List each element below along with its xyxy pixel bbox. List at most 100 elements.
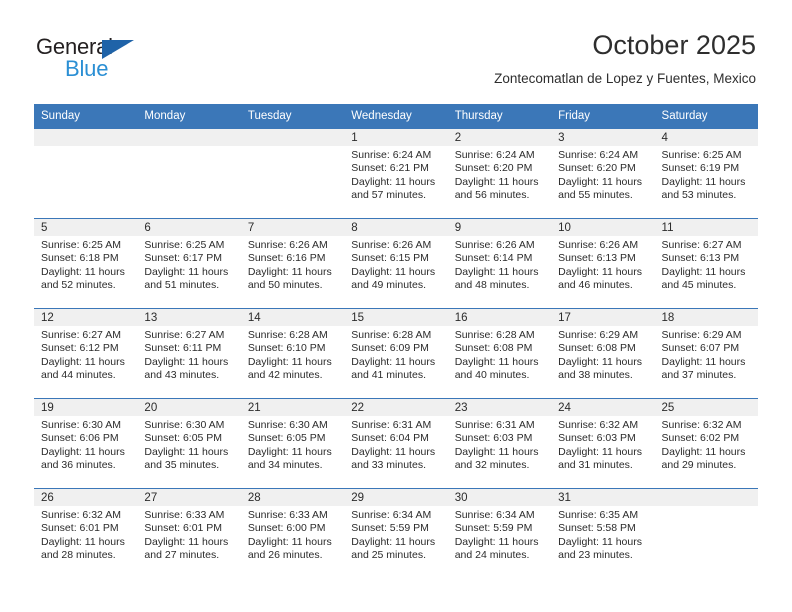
day-sun-info: Sunrise: 6:24 AM Sunset: 6:20 PM Daylight:… xyxy=(448,146,551,203)
calendar-day-cell[interactable]: 25 Sunrise: 6:32 AM Sunset: 6:02 PM Dayligh… xyxy=(654,398,758,489)
day-sun-info: Sunrise: 6:31 AM Sunset: 6:03 PM Daylight:… xyxy=(448,416,551,473)
day-sun-info: Sunrise: 6:30 AM Sunset: 6:05 PM Daylight:… xyxy=(137,416,240,473)
daylight-text: Daylight: 11 hours and 40 minutes. xyxy=(454,355,539,382)
calendar-day-cell[interactable]: 5 Sunrise: 6:25 AM Sunset: 6:18 PM Daylight… xyxy=(34,218,138,309)
sunset-text: Sunset: 6:14 PM xyxy=(454,252,533,265)
day-sun-info: Sunrise: 6:30 AM Sunset: 6:06 PM Daylight:… xyxy=(34,416,137,473)
calendar-day-cell[interactable]: 7 Sunrise: 6:26 AM Sunset: 6:16 PM Daylight… xyxy=(240,218,345,309)
daylight-text: Daylight: 11 hours and 51 minutes. xyxy=(144,265,229,292)
sunrise-text: Sunrise: 6:28 AM xyxy=(454,329,535,341)
page-subtitle: Zontecomatlan de Lopez y Fuentes, Mexico xyxy=(494,71,756,86)
general-blue-logo[interactable]: General Blue xyxy=(36,36,166,86)
day-number xyxy=(137,129,241,146)
calendar-day-cell[interactable]: 11 Sunrise: 6:27 AM Sunset: 6:13 PM Dayligh… xyxy=(654,218,758,309)
day-number: 30 xyxy=(447,489,552,506)
calendar-day-cell[interactable]: 31 Sunrise: 6:35 AM Sunset: 5:58 PM Dayligh… xyxy=(551,488,655,579)
calendar-day-cell[interactable]: 29 Sunrise: 6:34 AM Sunset: 5:59 PM Dayligh… xyxy=(344,488,448,579)
daylight-text: Daylight: 11 hours and 35 minutes. xyxy=(144,445,229,472)
sunset-text: Sunset: 6:01 PM xyxy=(41,522,119,535)
sunset-text: Sunset: 5:59 PM xyxy=(351,522,429,535)
day-sun-info: Sunrise: 6:26 AM Sunset: 6:16 PM Daylight:… xyxy=(241,236,344,293)
sunrise-text: Sunrise: 6:24 AM xyxy=(558,149,639,161)
day-sun-info: Sunrise: 6:24 AM Sunset: 6:21 PM Daylight:… xyxy=(344,146,447,203)
sunset-text: Sunset: 6:20 PM xyxy=(558,162,636,175)
calendar-day-cell[interactable]: 30 Sunrise: 6:34 AM Sunset: 5:59 PM Dayligh… xyxy=(447,488,552,579)
daylight-text: Daylight: 11 hours and 52 minutes. xyxy=(41,265,125,292)
sunrise-text: Sunrise: 6:32 AM xyxy=(558,419,639,431)
calendar-day-cell[interactable]: 12 Sunrise: 6:27 AM Sunset: 6:12 PM Dayligh… xyxy=(34,308,138,399)
sunset-text: Sunset: 6:08 PM xyxy=(454,342,533,355)
daylight-text: Daylight: 11 hours and 43 minutes. xyxy=(144,355,229,382)
sunrise-text: Sunrise: 6:26 AM xyxy=(247,239,328,251)
daylight-text: Daylight: 11 hours and 36 minutes. xyxy=(41,445,125,472)
calendar-day-cell[interactable]: 22 Sunrise: 6:31 AM Sunset: 6:04 PM Dayligh… xyxy=(344,398,448,489)
calendar-day-cell[interactable]: 17 Sunrise: 6:29 AM Sunset: 6:08 PM Dayligh… xyxy=(551,308,655,399)
sunrise-text: Sunrise: 6:31 AM xyxy=(454,419,535,431)
calendar-day-cell[interactable]: 14 Sunrise: 6:28 AM Sunset: 6:10 PM Dayligh… xyxy=(240,308,345,399)
sunset-text: Sunset: 6:09 PM xyxy=(351,342,429,355)
calendar-day-cell[interactable]: 3 Sunrise: 6:24 AM Sunset: 6:20 PM Daylight… xyxy=(551,128,655,219)
calendar-day-cell[interactable]: 8 Sunrise: 6:26 AM Sunset: 6:15 PM Daylight… xyxy=(344,218,448,309)
calendar-day-cell[interactable]: 4 Sunrise: 6:25 AM Sunset: 6:19 PM Daylight… xyxy=(654,128,758,219)
day-number: 28 xyxy=(240,489,345,506)
day-number: 5 xyxy=(34,219,138,236)
sunrise-text: Sunrise: 6:29 AM xyxy=(661,329,742,341)
day-sun-info: Sunrise: 6:33 AM Sunset: 6:00 PM Daylight:… xyxy=(241,506,344,563)
sunset-text: Sunset: 6:21 PM xyxy=(351,162,429,175)
sunset-text: Sunset: 6:12 PM xyxy=(41,342,119,355)
day-sun-info: Sunrise: 6:33 AM Sunset: 6:01 PM Daylight:… xyxy=(137,506,240,563)
day-number: 9 xyxy=(447,219,552,236)
calendar-day-cell[interactable]: 24 Sunrise: 6:32 AM Sunset: 6:03 PM Dayligh… xyxy=(551,398,655,489)
sunrise-text: Sunrise: 6:32 AM xyxy=(661,419,742,431)
daylight-text: Daylight: 11 hours and 33 minutes. xyxy=(351,445,436,472)
calendar-day-cell[interactable]: 13 Sunrise: 6:27 AM Sunset: 6:11 PM Dayligh… xyxy=(137,308,241,399)
calendar-day-cell[interactable]: 23 Sunrise: 6:31 AM Sunset: 6:03 PM Dayligh… xyxy=(447,398,552,489)
day-sun-info: Sunrise: 6:27 AM Sunset: 6:11 PM Daylight:… xyxy=(137,326,240,383)
calendar-day-cell[interactable]: 27 Sunrise: 6:33 AM Sunset: 6:01 PM Dayligh… xyxy=(137,488,241,579)
day-number: 2 xyxy=(447,129,552,146)
daylight-text: Daylight: 11 hours and 56 minutes. xyxy=(454,175,539,202)
calendar-day-cell[interactable]: 10 Sunrise: 6:26 AM Sunset: 6:13 PM Dayligh… xyxy=(551,218,655,309)
day-number: 12 xyxy=(34,309,138,326)
daylight-text: Daylight: 11 hours and 25 minutes. xyxy=(351,535,436,562)
day-sun-info: Sunrise: 6:26 AM Sunset: 6:13 PM Daylight:… xyxy=(551,236,654,293)
day-sun-info: Sunrise: 6:26 AM Sunset: 6:14 PM Daylight:… xyxy=(448,236,551,293)
day-number: 25 xyxy=(654,399,758,416)
sunrise-text: Sunrise: 6:32 AM xyxy=(41,509,121,521)
calendar-day-cell[interactable]: 15 Sunrise: 6:28 AM Sunset: 6:09 PM Dayligh… xyxy=(344,308,448,399)
sunset-text: Sunset: 6:18 PM xyxy=(41,252,119,265)
sunrise-text: Sunrise: 6:34 AM xyxy=(351,509,432,521)
calendar-day-cell[interactable]: 19 Sunrise: 6:30 AM Sunset: 6:06 PM Dayligh… xyxy=(34,398,138,489)
daylight-text: Daylight: 11 hours and 31 minutes. xyxy=(558,445,642,472)
calendar-day-cell[interactable]: 28 Sunrise: 6:33 AM Sunset: 6:00 PM Dayligh… xyxy=(240,488,345,579)
calendar-day-cell[interactable]: 18 Sunrise: 6:29 AM Sunset: 6:07 PM Dayligh… xyxy=(654,308,758,399)
daylight-text: Daylight: 11 hours and 46 minutes. xyxy=(558,265,642,292)
calendar-day-cell[interactable]: 9 Sunrise: 6:26 AM Sunset: 6:14 PM Daylight… xyxy=(447,218,552,309)
day-sun-info: Sunrise: 6:24 AM Sunset: 6:20 PM Daylight:… xyxy=(551,146,654,203)
calendar-day-cell[interactable]: 26 Sunrise: 6:32 AM Sunset: 6:01 PM Dayligh… xyxy=(34,488,138,579)
day-number: 24 xyxy=(551,399,655,416)
calendar-day-cell[interactable]: 21 Sunrise: 6:30 AM Sunset: 6:05 PM Dayligh… xyxy=(240,398,345,489)
day-number xyxy=(34,129,138,146)
day-number: 21 xyxy=(240,399,345,416)
day-number: 8 xyxy=(344,219,448,236)
sunrise-text: Sunrise: 6:29 AM xyxy=(558,329,639,341)
calendar-day-cell[interactable]: 20 Sunrise: 6:30 AM Sunset: 6:05 PM Dayligh… xyxy=(137,398,241,489)
calendar-day-cell[interactable]: 2 Sunrise: 6:24 AM Sunset: 6:20 PM Daylight… xyxy=(447,128,552,219)
daylight-text: Daylight: 11 hours and 29 minutes. xyxy=(661,445,746,472)
calendar-day-cell[interactable]: 1 Sunrise: 6:24 AM Sunset: 6:21 PM Daylight… xyxy=(344,128,448,219)
day-sun-info: Sunrise: 6:28 AM Sunset: 6:10 PM Daylight:… xyxy=(241,326,344,383)
sunset-text: Sunset: 5:58 PM xyxy=(558,522,636,535)
calendar-week-row: 5 Sunrise: 6:25 AM Sunset: 6:18 PM Daylight… xyxy=(34,218,758,309)
day-sun-info: Sunrise: 6:30 AM Sunset: 6:05 PM Daylight:… xyxy=(241,416,344,473)
calendar-day-cell[interactable]: 6 Sunrise: 6:25 AM Sunset: 6:17 PM Daylight… xyxy=(137,218,241,309)
daylight-text: Daylight: 11 hours and 50 minutes. xyxy=(247,265,332,292)
sunset-text: Sunset: 6:13 PM xyxy=(661,252,740,265)
day-number: 27 xyxy=(137,489,241,506)
calendar-week-row: 19 Sunrise: 6:30 AM Sunset: 6:06 PM Dayligh… xyxy=(34,398,758,489)
daylight-text: Daylight: 11 hours and 34 minutes. xyxy=(247,445,332,472)
calendar-day-cell[interactable]: 16 Sunrise: 6:28 AM Sunset: 6:08 PM Dayligh… xyxy=(447,308,552,399)
day-number: 7 xyxy=(240,219,345,236)
sunrise-text: Sunrise: 6:31 AM xyxy=(351,419,432,431)
sunrise-text: Sunrise: 6:27 AM xyxy=(661,239,742,251)
